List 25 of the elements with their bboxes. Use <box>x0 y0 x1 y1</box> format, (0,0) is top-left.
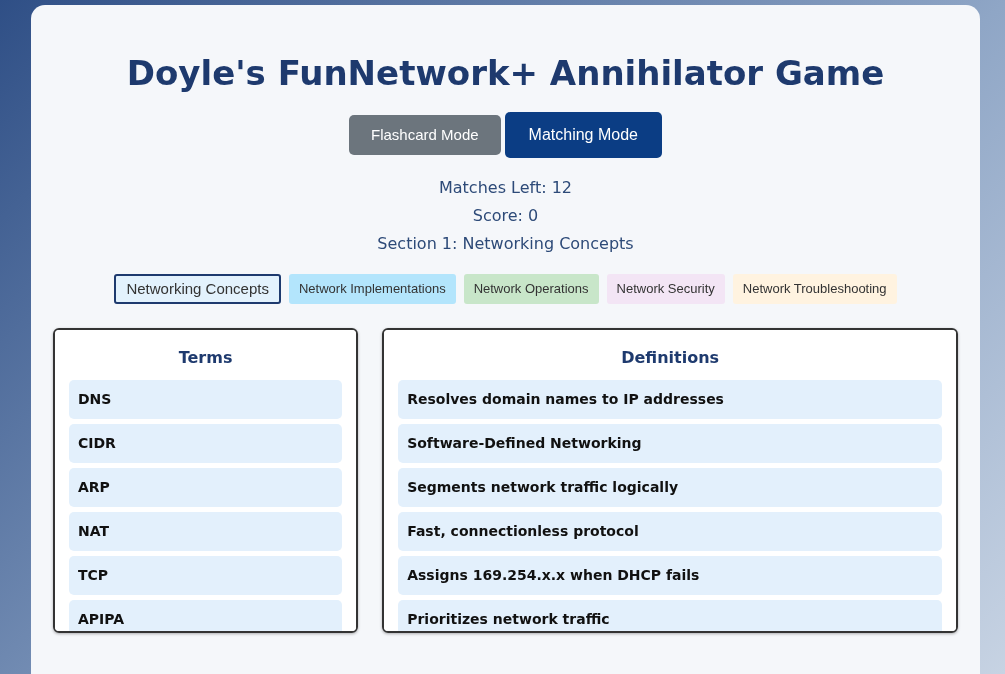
stat-text: Section 1: Networking Concepts <box>376 232 635 255</box>
definition-item[interactable]: Segments network traffic logically <box>398 468 942 508</box>
section-tab[interactable]: Network Security <box>606 274 725 304</box>
definition-item[interactable]: Assigns 169.254.x.x when DHCP fails <box>398 556 942 596</box>
section-tab[interactable]: Network Troubleshooting <box>732 274 897 304</box>
definition-item[interactable]: Fast, connectionless protocol <box>398 512 942 552</box>
mode-button[interactable]: Flashcard Mode <box>349 114 501 156</box>
mode-button[interactable]: Matching Mode <box>504 111 662 158</box>
term-item[interactable]: DNS <box>69 380 343 420</box>
definition-item[interactable]: Prioritizes network traffic <box>398 600 942 632</box>
term-item[interactable]: TCP <box>69 556 343 596</box>
section-tab[interactable]: Networking Concepts <box>114 273 281 305</box>
term-item[interactable]: ARP <box>69 468 343 508</box>
definition-item[interactable]: Software-Defined Networking <box>398 424 942 464</box>
section-tab[interactable]: Network Operations <box>463 274 599 304</box>
panel-heading: Definitions <box>620 347 721 370</box>
panel-heading: Terms <box>177 347 234 370</box>
section-tab[interactable]: Network Implementations <box>288 274 456 304</box>
stat-text: Matches Left: 12 <box>438 176 573 199</box>
stat-text: Score: 0 <box>471 204 540 227</box>
term-item[interactable]: APIPA <box>69 600 343 632</box>
definition-item[interactable]: Resolves domain names to IP addresses <box>398 380 942 420</box>
term-item[interactable]: CIDR <box>69 424 343 464</box>
term-item[interactable]: NAT <box>69 512 343 552</box>
game-title: Doyle's FunNetwork+ Annihilator Game <box>125 53 886 94</box>
